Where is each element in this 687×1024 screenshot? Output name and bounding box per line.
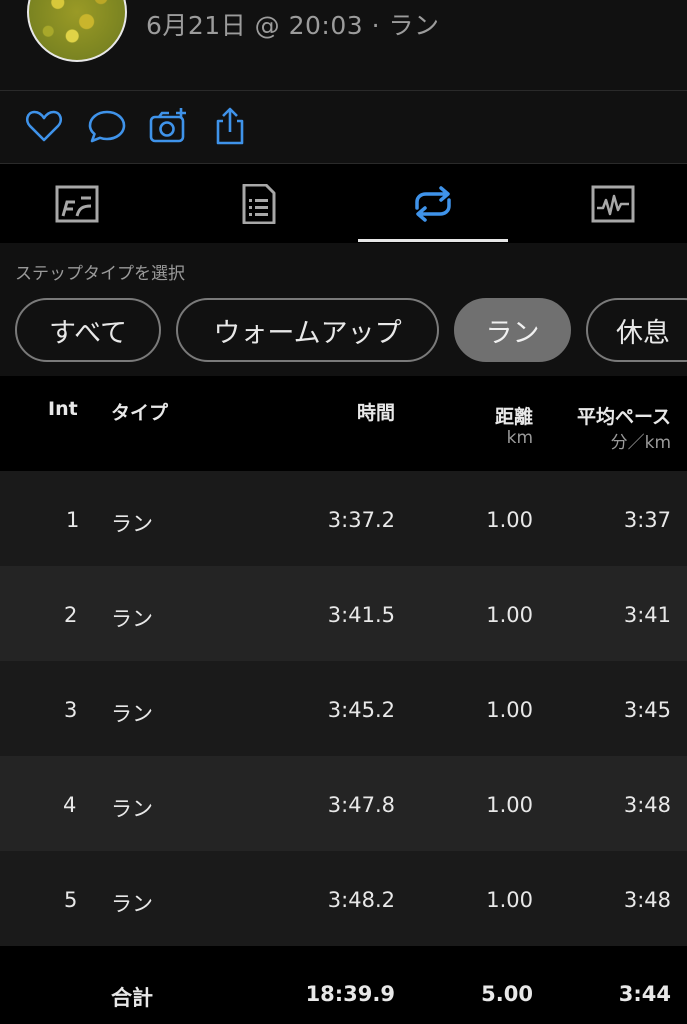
tab-graphs[interactable] — [537, 164, 687, 243]
cell-distance: 1.00 — [486, 793, 533, 817]
total-distance: 5.00 — [481, 982, 533, 1006]
map-icon — [55, 185, 99, 223]
activity-meta: 6月21日 @ 20:03 · ラン — [146, 11, 440, 40]
cell-time: 3:41.5 — [327, 603, 395, 627]
avatar[interactable] — [27, 0, 127, 62]
chip-run[interactable]: ラン — [454, 298, 571, 362]
header-time: 時間 — [356, 402, 395, 424]
header-type: タイプ — [111, 402, 169, 424]
table-row[interactable]: 1 ラン 3:37.2 1.00 3:37 — [0, 471, 687, 566]
divider — [0, 90, 687, 91]
cell-pace: 3:48 — [623, 888, 671, 912]
details-list-icon — [242, 184, 276, 224]
table-header: Int タイプ 時間 距離 km 平均ペース 分／km — [0, 376, 687, 471]
activity-header: 6月21日 @ 20:03 · ラン — [0, 0, 687, 90]
table-total-row: 合計 18:39.9 5.00 3:44 — [0, 946, 687, 1024]
cell-type: ラン — [111, 797, 153, 821]
active-tab-indicator — [358, 239, 508, 242]
heart-icon[interactable] — [24, 106, 64, 146]
cell-type: ラン — [111, 607, 153, 631]
step-type-label: ステップタイプを選択 — [15, 264, 185, 284]
cell-pace: 3:41 — [623, 603, 671, 627]
cell-int: 4 — [63, 793, 77, 817]
table-row[interactable]: 3 ラン 3:45.2 1.00 3:45 — [0, 661, 687, 756]
tab-details[interactable] — [178, 164, 328, 243]
step-type-chips: すべて ウォームアップ ラン 休息 — [0, 298, 687, 366]
cell-type: ラン — [111, 702, 153, 726]
cell-pace: 3:45 — [623, 698, 671, 722]
cell-distance: 1.00 — [486, 508, 533, 532]
total-time: 18:39.9 — [305, 982, 395, 1006]
header-avg-pace-unit: 分／km — [610, 433, 671, 453]
cell-pace: 3:48 — [623, 793, 671, 817]
cell-distance: 1.00 — [486, 603, 533, 627]
chip-warmup[interactable]: ウォームアップ — [176, 298, 439, 362]
header-int: Int — [48, 398, 78, 420]
total-pace: 3:44 — [618, 982, 671, 1006]
add-photo-icon[interactable] — [149, 106, 189, 146]
cell-int: 2 — [64, 603, 78, 627]
share-icon[interactable] — [210, 106, 250, 146]
chip-all[interactable]: すべて — [15, 298, 161, 362]
cell-time: 3:47.8 — [327, 793, 395, 817]
cell-time: 3:45.2 — [327, 698, 395, 722]
tab-bar — [0, 164, 687, 243]
cell-int: 3 — [64, 698, 78, 722]
cell-type: ラン — [111, 892, 153, 916]
header-distance: 距離 — [494, 406, 533, 428]
table-row[interactable]: 2 ラン 3:41.5 1.00 3:41 — [0, 566, 687, 661]
action-bar — [0, 92, 687, 162]
cell-int: 1 — [66, 508, 80, 532]
cell-time: 3:48.2 — [327, 888, 395, 912]
graph-icon — [591, 185, 635, 223]
table-row[interactable]: 4 ラン 3:47.8 1.00 3:48 — [0, 756, 687, 851]
header-avg-pace: 平均ペース — [576, 406, 671, 428]
cell-pace: 3:37 — [623, 508, 671, 532]
total-label: 合計 — [111, 986, 153, 1010]
cell-int: 5 — [64, 888, 78, 912]
chip-rest[interactable]: 休息 — [586, 298, 687, 362]
activity-page: 6月21日 @ 20:03 · ラン ステップタイプを選択 すべて ウォームアッ… — [0, 0, 687, 1024]
cell-time: 3:37.2 — [327, 508, 395, 532]
tab-map[interactable] — [0, 164, 150, 243]
cell-type: ラン — [111, 512, 153, 536]
cell-distance: 1.00 — [486, 888, 533, 912]
header-distance-unit: km — [506, 428, 533, 448]
laps-table: Int タイプ 時間 距離 km 平均ペース 分／km 1 ラン 3:37.2 … — [0, 376, 687, 1024]
comment-icon[interactable] — [87, 106, 127, 146]
table-row[interactable]: 5 ラン 3:48.2 1.00 3:48 — [0, 851, 687, 946]
cell-distance: 1.00 — [486, 698, 533, 722]
tab-laps[interactable] — [358, 164, 508, 243]
laps-repeat-icon — [415, 186, 451, 222]
